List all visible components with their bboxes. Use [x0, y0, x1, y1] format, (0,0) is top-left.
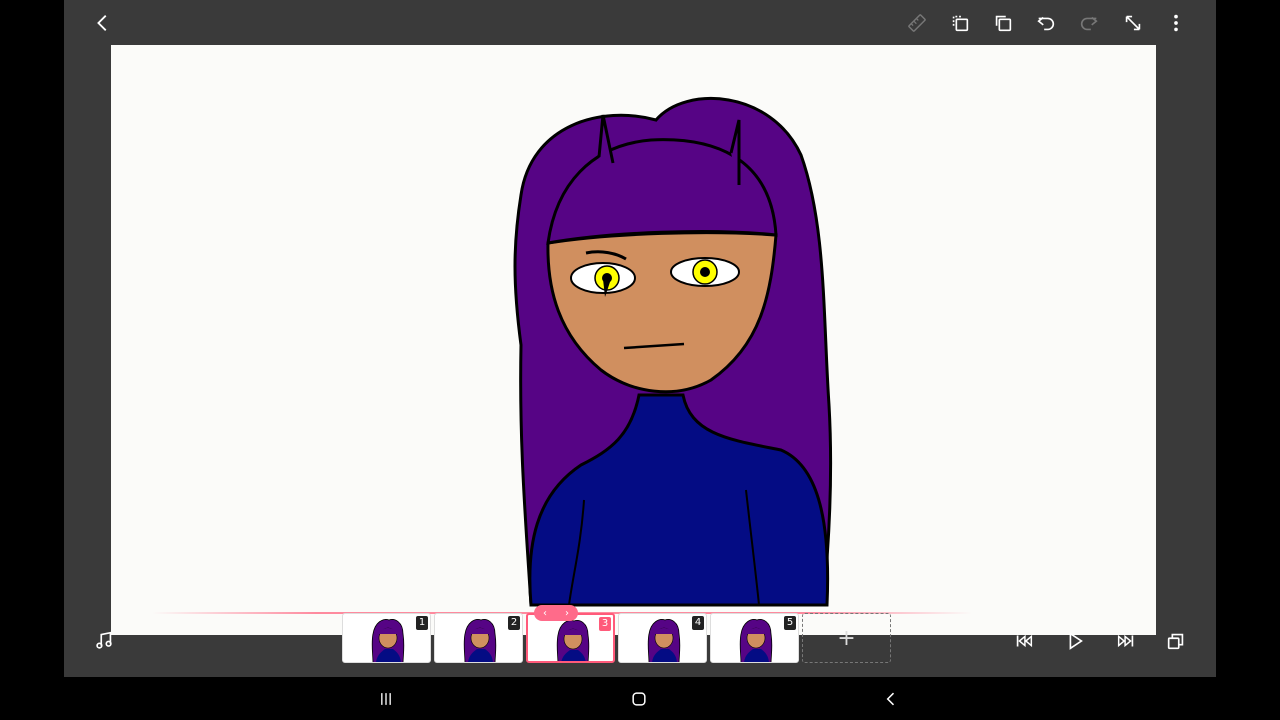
animation-app: 1 2 3 4 5 + ‹ ›: [64, 0, 1216, 677]
recent-apps-icon: [381, 693, 391, 705]
add-frame-button[interactable]: +: [802, 613, 891, 663]
redo-button[interactable]: [1074, 8, 1104, 38]
first-frame-button[interactable]: [1010, 627, 1038, 655]
skip-to-start-icon: [1016, 634, 1033, 648]
back-arrow-icon: [97, 15, 107, 31]
character-drawing: [513, 96, 833, 607]
expand-button[interactable]: [1118, 8, 1148, 38]
more-vertical-icon: [1174, 14, 1178, 32]
redo-icon: [1080, 16, 1098, 31]
system-back-button[interactable]: [876, 687, 906, 711]
frame-strip: 1 2 3 4 5 +: [342, 613, 891, 663]
ruler-icon: [908, 14, 926, 32]
undo-button[interactable]: [1031, 8, 1061, 38]
skip-to-end-icon: [1117, 634, 1134, 648]
expand-icon: [1125, 15, 1141, 31]
top-toolbar: [64, 0, 1216, 45]
back-button[interactable]: [88, 8, 118, 38]
play-icon: [1069, 632, 1083, 650]
last-frame-button[interactable]: [1112, 627, 1140, 655]
copy-frame-icon: [952, 15, 969, 32]
frame-thumbnail-1[interactable]: 1: [342, 613, 431, 663]
frame-number: 1: [416, 616, 428, 630]
layers-icon: [1167, 633, 1184, 650]
play-button[interactable]: [1061, 627, 1089, 655]
frame-drag-handle[interactable]: ‹ ›: [534, 605, 578, 621]
copy-frame-button[interactable]: [945, 8, 975, 38]
chevron-left-icon: ‹: [543, 607, 547, 619]
duplicate-button[interactable]: [988, 8, 1018, 38]
music-button[interactable]: [90, 627, 118, 655]
frame-timeline: 1 2 3 4 5 + ‹ ›: [64, 605, 1216, 677]
drawing-canvas[interactable]: [111, 45, 1156, 635]
ruler-button[interactable]: [902, 8, 932, 38]
home-button[interactable]: [624, 687, 654, 711]
device-screen: 1 2 3 4 5 + ‹ ›: [0, 0, 1280, 720]
frame-thumbnail-2[interactable]: 2: [434, 613, 523, 663]
home-icon: [632, 692, 646, 706]
duplicate-icon: [995, 15, 1012, 32]
chevron-right-icon: ›: [565, 607, 569, 619]
music-note-icon: [96, 631, 112, 649]
frame-number: 2: [508, 616, 520, 630]
recent-apps-button[interactable]: [371, 687, 401, 711]
layers-button[interactable]: [1162, 627, 1190, 655]
frame-thumbnail-5[interactable]: 5: [710, 613, 799, 663]
undo-icon: [1037, 16, 1055, 31]
back-chevron-icon: [886, 692, 895, 706]
frame-number: 3: [599, 617, 611, 631]
frame-number: 4: [692, 616, 704, 630]
more-button[interactable]: [1161, 8, 1191, 38]
frame-thumbnail-4[interactable]: 4: [618, 613, 707, 663]
system-nav-bar: [0, 677, 1280, 720]
frame-number: 5: [784, 616, 796, 630]
